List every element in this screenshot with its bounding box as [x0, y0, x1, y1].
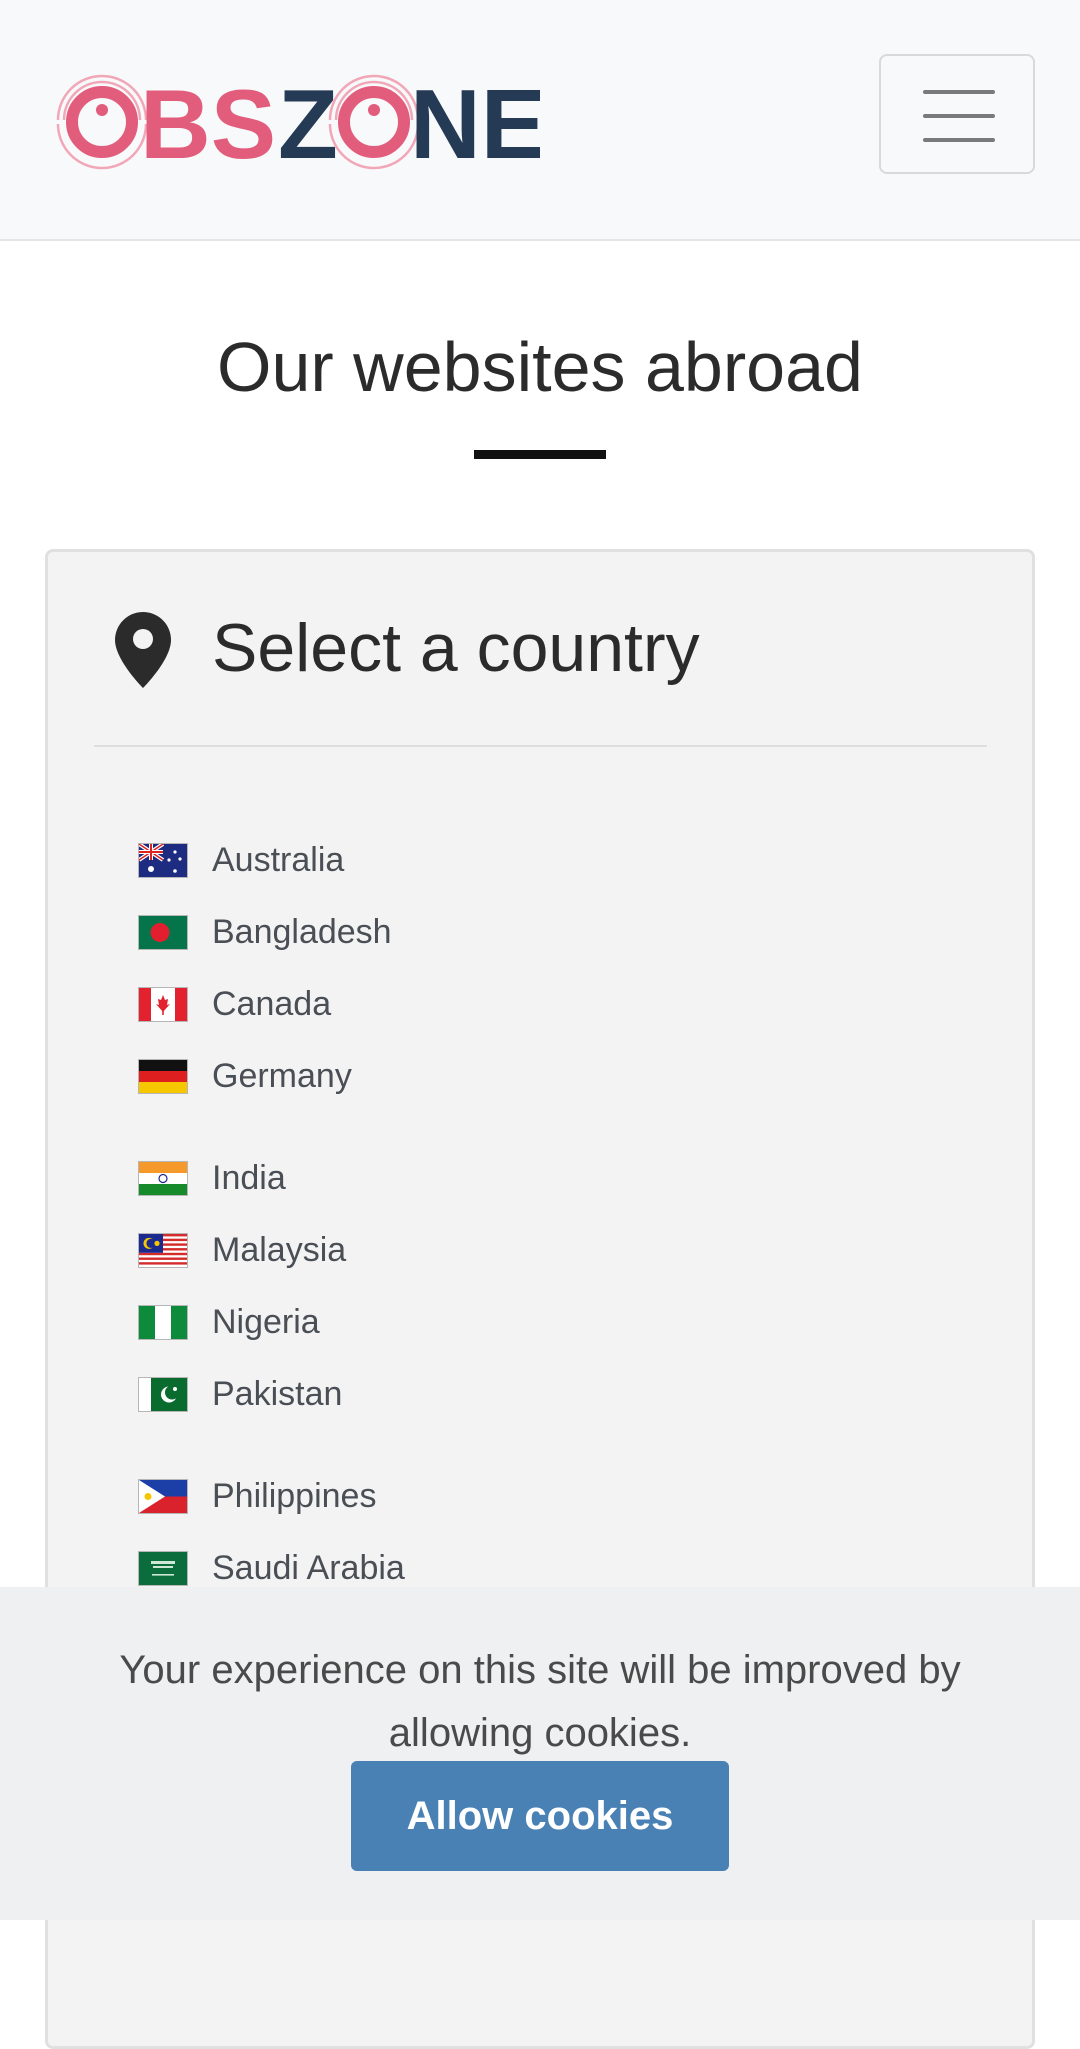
menu-toggle-button[interactable] — [879, 54, 1035, 174]
svg-text:NE: NE — [410, 69, 540, 179]
saudi-arabia-flag-icon — [139, 1551, 187, 1585]
australia-flag-icon — [139, 843, 187, 877]
country-name: Canada — [212, 985, 332, 1023]
country-link-philippines[interactable]: Philippines — [139, 1471, 376, 1521]
germany-flag-icon — [139, 1059, 187, 1093]
country-link-nigeria[interactable]: Nigeria — [139, 1297, 320, 1347]
obszone-logo[interactable]: BS Z NE — [50, 52, 540, 182]
country-name: India — [212, 1159, 286, 1197]
canada-flag-icon — [139, 987, 187, 1021]
bangladesh-flag-icon — [139, 915, 187, 949]
country-name: Germany — [212, 1057, 352, 1095]
country-link-canada[interactable]: Canada — [139, 979, 331, 1029]
card-title: Select a country — [212, 610, 700, 686]
india-flag-icon — [139, 1161, 187, 1195]
svg-text:BS: BS — [140, 69, 276, 179]
country-name: Malaysia — [212, 1231, 347, 1269]
country-link-australia[interactable]: Australia — [139, 835, 344, 885]
allow-cookies-button[interactable]: Allow cookies — [351, 1761, 729, 1871]
country-name: Philippines — [212, 1477, 377, 1515]
nigeria-flag-icon — [139, 1305, 187, 1339]
country-name: Pakistan — [212, 1375, 343, 1413]
country-link-pakistan[interactable]: Pakistan — [139, 1369, 342, 1419]
cookie-message: Your experience on this site will be imp… — [119, 1648, 961, 1755]
country-link-germany[interactable]: Germany — [139, 1051, 352, 1101]
card-header: Select a country — [48, 552, 1032, 748]
page-title: Our websites abroad — [217, 328, 863, 406]
country-name: Bangladesh — [212, 913, 392, 951]
malaysia-flag-icon — [139, 1233, 187, 1267]
philippines-flag-icon — [139, 1479, 187, 1513]
country-link-bangladesh[interactable]: Bangladesh — [139, 907, 392, 957]
svg-text:Z: Z — [278, 69, 338, 179]
top-navbar: BS Z NE — [0, 0, 1080, 241]
cookie-banner: Your experience on this site will be imp… — [0, 1587, 1080, 1920]
country-link-malaysia[interactable]: Malaysia — [139, 1225, 346, 1275]
pakistan-flag-icon — [139, 1377, 187, 1411]
country-name: Australia — [212, 841, 345, 879]
title-underline — [474, 450, 606, 459]
country-name: Saudi Arabia — [212, 1549, 405, 1587]
country-link-india[interactable]: India — [139, 1153, 286, 1203]
map-pin-icon — [115, 612, 171, 688]
card-divider — [94, 745, 987, 747]
country-name: Nigeria — [212, 1303, 320, 1341]
country-link-saudi-arabia[interactable]: Saudi Arabia — [139, 1543, 405, 1593]
